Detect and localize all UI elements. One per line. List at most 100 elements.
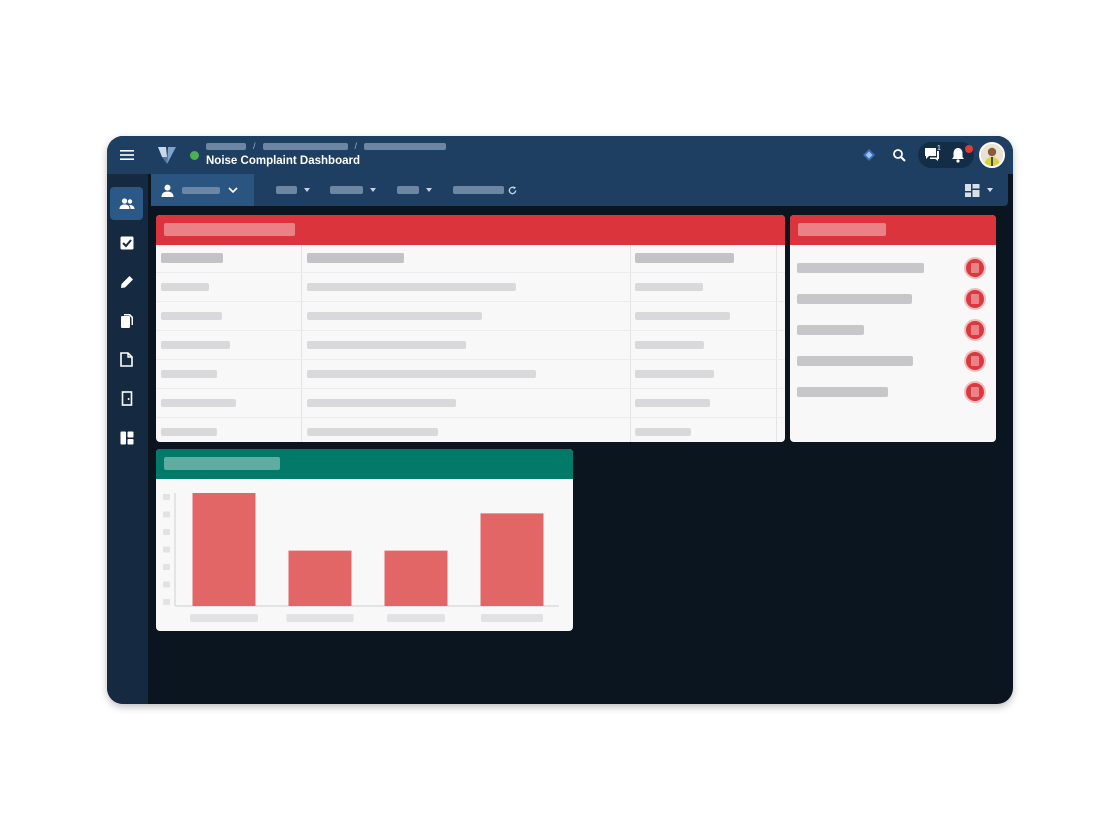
top-bar: / / Noise Complaint Dashboard 1 (107, 136, 1013, 174)
user-photo-icon (981, 144, 1003, 166)
breadcrumb-item[interactable] (206, 142, 246, 150)
y-tick-label (163, 546, 170, 553)
refresh-label (453, 186, 504, 194)
list-item (797, 319, 987, 341)
panel-header (156, 449, 573, 479)
list-item-action-button[interactable] (964, 257, 986, 279)
caret-down-icon (304, 188, 310, 192)
table-cell (635, 341, 704, 349)
delete-icon (971, 263, 979, 273)
table-cell (161, 399, 236, 407)
x-tick-label (190, 614, 258, 622)
hamburger-icon[interactable] (119, 147, 135, 163)
page-icon (120, 352, 133, 367)
sidebar (107, 174, 148, 704)
app-logo-icon[interactable] (157, 145, 177, 165)
dashboard-layout-icon (965, 183, 980, 197)
filter-dropdown[interactable] (276, 174, 310, 206)
table-cell (161, 341, 230, 349)
sidebar-item-documents[interactable] (110, 304, 143, 337)
table-cell (307, 341, 466, 349)
search-icon (893, 149, 906, 162)
table-row[interactable] (156, 417, 785, 442)
list-item-action-button[interactable] (964, 288, 986, 310)
list-item-action-button[interactable] (964, 319, 986, 341)
table-row[interactable] (156, 330, 785, 359)
layout-switcher[interactable] (965, 182, 997, 198)
bar-chart (163, 493, 559, 622)
sidebar-item-users[interactable] (110, 187, 143, 220)
breadcrumb-item[interactable] (262, 142, 348, 150)
table-cell (307, 370, 536, 378)
door-icon (121, 391, 132, 406)
x-tick-label (286, 614, 354, 622)
table-header-cell[interactable] (635, 253, 734, 263)
sidebar-item-page[interactable] (110, 343, 143, 376)
table-header-cell[interactable] (161, 253, 223, 263)
y-tick-label (163, 581, 170, 588)
users-icon (119, 197, 134, 209)
table-row[interactable] (156, 388, 785, 417)
dashboard-icon (120, 431, 133, 444)
breadcrumb-item[interactable] (364, 142, 447, 150)
table-row[interactable] (156, 359, 785, 388)
sidebar-item-edit[interactable] (110, 265, 143, 298)
y-tick-label (163, 599, 170, 605)
search-button[interactable] (889, 136, 909, 174)
y-tick-label (163, 494, 170, 500)
sidebar-item-dashboard[interactable] (110, 421, 143, 454)
table-cell (635, 428, 691, 436)
complaints-table-panel (156, 215, 785, 442)
list-item-action-button[interactable] (964, 350, 986, 372)
refresh-icon (508, 185, 517, 194)
caret-down-icon (370, 188, 376, 192)
breadcrumb: / / (206, 141, 447, 151)
filter-value (330, 186, 363, 194)
app-window: / / Noise Complaint Dashboard 1 (107, 136, 1013, 704)
table-row[interactable] (156, 272, 785, 301)
refresh-control[interactable] (453, 174, 517, 206)
filter-dropdown[interactable] (330, 174, 376, 206)
table-cell (635, 370, 714, 378)
assistant-button[interactable] (859, 136, 879, 174)
list-item-action-button[interactable] (964, 381, 986, 403)
list-item-label (797, 325, 864, 335)
panel-header (790, 215, 996, 245)
list-item (797, 350, 987, 372)
chat-count-badge: 1 (937, 145, 941, 152)
sidebar-item-tasks[interactable] (110, 226, 143, 259)
table-cell (307, 399, 456, 407)
table-cell (161, 312, 222, 320)
delete-icon (971, 294, 979, 304)
table-row[interactable] (156, 301, 785, 330)
documents-icon (120, 313, 133, 328)
table-header-cell[interactable] (307, 253, 404, 263)
bar-chart-panel (156, 449, 573, 631)
table-cell (307, 312, 482, 320)
y-tick-label (163, 564, 170, 570)
chart-bar[interactable] (288, 550, 352, 606)
table-cell (635, 312, 730, 320)
chat-pill: 1 (918, 142, 974, 168)
chart-bar[interactable] (384, 550, 448, 606)
online-status-icon (190, 151, 199, 160)
user-selector[interactable] (151, 174, 254, 206)
table-cell (307, 283, 516, 291)
bell-icon[interactable] (951, 147, 965, 163)
data-table (156, 245, 785, 442)
panel-title (798, 223, 886, 236)
alerts-list-panel (790, 215, 996, 442)
chevron-down-icon (228, 186, 238, 193)
avatar[interactable] (979, 142, 1005, 168)
caret-down-icon (426, 188, 432, 192)
chat-notifications-group: 1 (917, 136, 975, 174)
page-title: Noise Complaint Dashboard (206, 155, 360, 167)
list-item-label (797, 294, 912, 304)
chart-bar[interactable] (480, 513, 544, 606)
pencil-icon (120, 275, 133, 288)
chart-bar[interactable] (192, 493, 256, 606)
delete-icon (971, 325, 979, 335)
notification-dot (965, 145, 973, 153)
filter-dropdown[interactable] (397, 174, 432, 206)
sidebar-item-door[interactable] (110, 382, 143, 415)
